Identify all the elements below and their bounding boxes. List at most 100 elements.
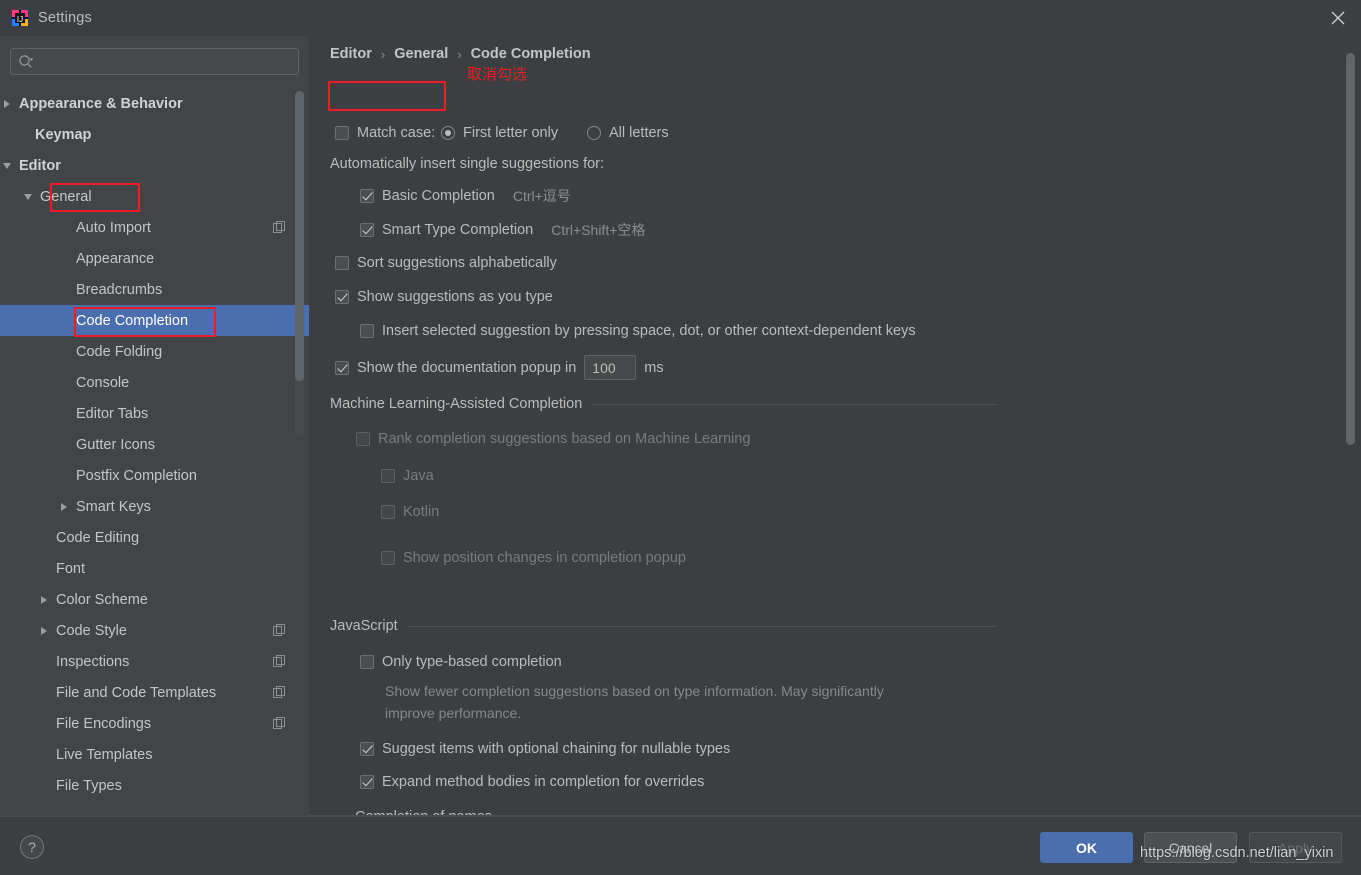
all-letters-row: All letters — [587, 125, 669, 141]
main-scrollbar-thumb[interactable] — [1346, 53, 1355, 445]
sidebar-item-live-templates[interactable]: Live Templates — [0, 739, 309, 770]
copy-settings-icon[interactable] — [273, 654, 287, 669]
sidebar-item-label: File and Code Templates — [56, 684, 217, 701]
sidebar-item-label: Appearance — [76, 250, 155, 267]
js-optional-chaining-checkbox[interactable] — [360, 742, 374, 756]
breadcrumb-code-completion: Code Completion — [470, 46, 591, 62]
basic-completion-checkbox[interactable] — [360, 189, 374, 203]
sidebar-item-keymap[interactable]: Keymap — [0, 119, 309, 150]
auto-insert-label: Automatically insert single suggestions … — [330, 156, 604, 172]
search-icon — [18, 54, 34, 70]
sidebar-item-auto-import[interactable]: Auto Import — [0, 212, 309, 243]
ml-show-position-checkbox[interactable] — [381, 551, 395, 565]
sidebar-item-code-folding[interactable]: Code Folding — [0, 336, 309, 367]
sidebar-item-label: Keymap — [35, 126, 92, 143]
sidebar-item-label: Code Completion — [76, 312, 189, 329]
smart-type-completion-checkbox[interactable] — [360, 223, 374, 237]
ml-kotlin-checkbox[interactable] — [381, 505, 395, 519]
ml-group-header: Machine Learning-Assisted Completion — [330, 396, 996, 412]
show-doc-popup-checkbox[interactable] — [335, 360, 349, 375]
sort-alphabetically-checkbox[interactable] — [335, 256, 349, 270]
smart-type-completion-label: Smart Type Completion — [382, 222, 534, 238]
sidebar-item-editor-tabs[interactable]: Editor Tabs — [0, 398, 309, 429]
settings-tree: Appearance & Behavior Keymap Editor General… — [0, 88, 309, 816]
sidebar-item-label: Color Scheme — [56, 591, 148, 608]
js-expand-method-checkbox[interactable] — [360, 775, 374, 789]
sidebar-item-code-style[interactable]: Code Style — [0, 615, 309, 646]
search-field[interactable] — [10, 48, 299, 75]
chevron-right-icon[interactable] — [38, 625, 50, 637]
sidebar-item-label: Postfix Completion — [76, 467, 197, 484]
show-as-you-type-label: Show suggestions as you type — [357, 289, 553, 305]
match-case-checkbox[interactable] — [335, 126, 349, 140]
window-title: Settings — [38, 10, 92, 26]
sidebar-item-label: Auto Import — [76, 219, 151, 236]
sidebar-item-file-and-code-templates[interactable]: File and Code Templates — [0, 677, 309, 708]
apply-button: Apply — [1249, 832, 1342, 863]
first-letter-only-radio[interactable] — [441, 126, 455, 140]
auto-insert-text: Automatically insert single suggestions … — [330, 156, 605, 172]
sidebar-item-appearance[interactable]: Appearance — [0, 243, 309, 274]
search-field-wrapper — [10, 48, 299, 75]
chevron-right-icon[interactable] — [1, 98, 13, 110]
sidebar-item-file-types[interactable]: File Types — [0, 770, 309, 801]
all-letters-radio[interactable] — [587, 126, 601, 140]
dialog-footer: ? OK Cancel Apply — [0, 816, 1361, 875]
sidebar-item-font[interactable]: Font — [0, 553, 309, 584]
sidebar-item-postfix-completion[interactable]: Postfix Completion — [0, 460, 309, 491]
search-input[interactable] — [39, 49, 292, 74]
ok-button[interactable]: OK — [1040, 832, 1133, 863]
sidebar-item-code-editing[interactable]: Code Editing — [0, 522, 309, 553]
sidebar-item-file-encodings[interactable]: File Encodings — [0, 708, 309, 739]
match-case-label: Match case: — [357, 125, 436, 141]
sidebar-item-appearance-behavior[interactable]: Appearance & Behavior — [0, 88, 309, 119]
breadcrumb-editor[interactable]: Editor — [330, 46, 372, 62]
ml-rank-row: Rank completion suggestions based on Mac… — [356, 431, 750, 447]
sidebar-item-smart-keys[interactable]: Smart Keys — [0, 491, 309, 522]
breadcrumb-general[interactable]: General — [394, 46, 448, 62]
sidebar-item-label: Gutter Icons — [76, 436, 155, 453]
cancel-button[interactable]: Cancel — [1144, 832, 1237, 863]
basic-completion-row: Basic Completion Ctrl+逗号 — [360, 186, 571, 206]
ml-kotlin-label: Kotlin — [403, 504, 440, 520]
chevron-right-icon[interactable] — [38, 594, 50, 606]
chevron-down-icon[interactable] — [22, 191, 34, 203]
close-icon[interactable] — [1315, 0, 1361, 36]
js-only-type-based-checkbox[interactable] — [360, 655, 374, 669]
copy-settings-icon[interactable] — [273, 623, 287, 638]
doc-popup-unit-label: ms — [644, 359, 664, 376]
ml-java-checkbox[interactable] — [381, 469, 395, 483]
sidebar-item-inspections[interactable]: Inspections — [0, 646, 309, 677]
js-expand-method-row: Expand method bodies in completion for o… — [360, 774, 704, 790]
sidebar-item-label: General — [40, 188, 92, 205]
chevron-right-icon[interactable] — [58, 501, 70, 513]
sidebar-item-console[interactable]: Console — [0, 367, 309, 398]
javascript-group-title: JavaScript — [330, 618, 398, 634]
doc-popup-delay-input[interactable] — [584, 355, 637, 380]
sidebar-item-breadcrumbs[interactable]: Breadcrumbs — [0, 274, 309, 305]
insert-selected-checkbox[interactable] — [360, 324, 374, 338]
ml-java-row: Java — [381, 468, 434, 484]
sidebar-item-label: Appearance & Behavior — [19, 95, 183, 112]
copy-settings-icon[interactable] — [273, 716, 287, 731]
sidebar-item-label: Inspections — [56, 653, 130, 670]
ml-rank-label: Rank completion suggestions based on Mac… — [378, 431, 751, 447]
sidebar-item-general[interactable]: General — [0, 181, 309, 212]
chevron-down-icon[interactable] — [1, 160, 13, 172]
sidebar-scrollbar[interactable] — [295, 91, 304, 436]
sidebar-scrollbar-thumb[interactable] — [295, 91, 304, 381]
sidebar-item-label: File Encodings — [56, 715, 152, 732]
ml-rank-checkbox[interactable] — [356, 432, 370, 446]
help-button[interactable]: ? — [20, 835, 44, 859]
main-scrollbar[interactable] — [1346, 48, 1355, 478]
chevron-right-icon: › — [457, 46, 462, 62]
sidebar-item-code-completion[interactable]: Code Completion — [0, 305, 309, 336]
copy-settings-icon[interactable] — [273, 685, 287, 700]
sidebar-item-color-scheme[interactable]: Color Scheme — [0, 584, 309, 615]
show-as-you-type-checkbox[interactable] — [335, 290, 349, 304]
sidebar-item-label: Editor — [19, 157, 61, 174]
sidebar-item-editor[interactable]: Editor — [0, 150, 309, 181]
copy-settings-icon[interactable] — [273, 220, 287, 235]
first-letter-only-row: First letter only — [441, 125, 558, 141]
sidebar-item-gutter-icons[interactable]: Gutter Icons — [0, 429, 309, 460]
